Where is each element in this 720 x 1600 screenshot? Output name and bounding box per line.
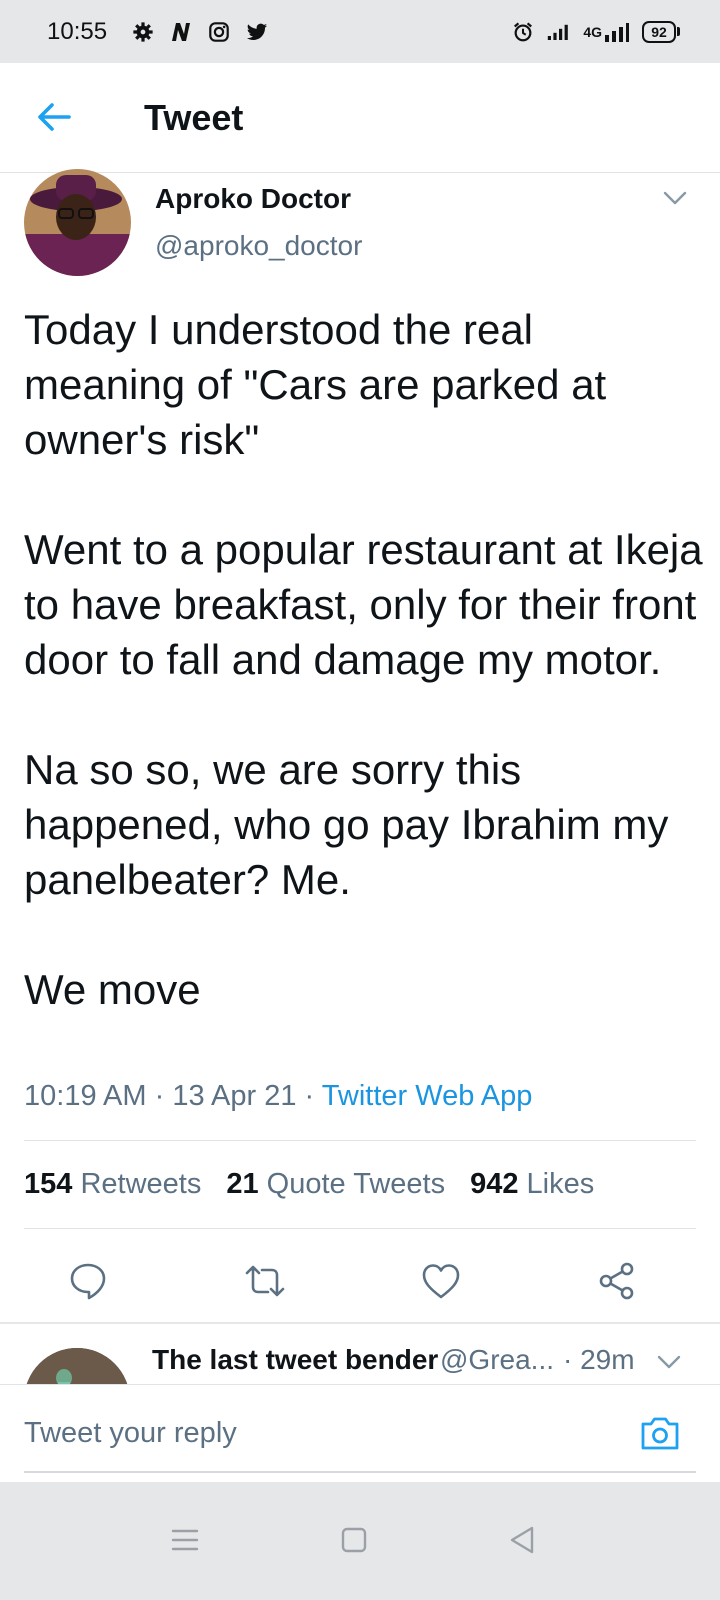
quote-tweets-stat[interactable]: 21 Quote Tweets (226, 1168, 445, 1201)
tweet-source-link[interactable]: Twitter Web App (322, 1080, 533, 1112)
retweets-label: Retweets (80, 1168, 202, 1200)
quote-tweets-count: 21 (226, 1168, 259, 1200)
n-app-icon (169, 20, 193, 44)
likes-label: Likes (526, 1168, 595, 1200)
retweets-count: 154 (24, 1168, 73, 1200)
composer-underline (24, 1471, 696, 1473)
battery-level: 92 (642, 20, 676, 43)
status-time: 10:55 (47, 17, 108, 45)
avatar-image (24, 169, 131, 276)
reply-preview[interactable]: The last tweet bender @Grea... · 29m (0, 1324, 720, 1384)
twitter-bird-icon (245, 20, 269, 44)
quote-tweets-label: Quote Tweets (266, 1168, 446, 1200)
reply-button[interactable] (61, 1254, 115, 1308)
tweet-time: 10:19 AM (24, 1080, 147, 1112)
reply-avatar[interactable] (24, 1348, 130, 1384)
back-button[interactable] (30, 97, 78, 137)
alarm-clock-icon (511, 20, 535, 44)
reply-more-button[interactable] (654, 1350, 684, 1374)
chevron-down-icon (663, 191, 687, 205)
tweet-actions (0, 1240, 720, 1320)
meta-separator: · (154, 1080, 165, 1112)
retweets-stat[interactable]: 154 Retweets (24, 1168, 201, 1201)
camera-icon (641, 1417, 679, 1450)
battery-tip (677, 27, 680, 36)
tweet-paragraph: Went to a popular restaurant at Ikeja to… (24, 526, 703, 683)
network-indicator: 4G (583, 22, 630, 42)
tweet-paragraph: Today I understood the real meaning of "… (24, 306, 607, 463)
app-header: Tweet (0, 63, 720, 173)
author-handle[interactable]: @aproko_doctor (155, 230, 362, 262)
reply-icon (70, 1263, 106, 1300)
tweet-meta: 10:19 AM · 13 Apr 21 · Twitter Web App (24, 1080, 532, 1113)
tweet-paragraph: Na so so, we are sorry this happened, wh… (24, 746, 669, 903)
battery-indicator: 92 (642, 20, 680, 43)
tweet-stats: 154 Retweets 21 Quote Tweets 942 Likes (24, 1168, 594, 1201)
meta-separator: · (304, 1080, 315, 1112)
author-name[interactable]: Aproko Doctor (155, 183, 351, 215)
network-type-label: 4G (583, 23, 602, 40)
like-button[interactable] (414, 1254, 468, 1308)
likes-stat[interactable]: 942 Likes (470, 1168, 594, 1201)
status-bar-left: 10:55 (47, 18, 269, 46)
status-bar-right: 4G 92 (511, 20, 680, 44)
tweet-date: 13 Apr 21 (172, 1080, 297, 1112)
home-square-icon (341, 1527, 367, 1553)
menu-icon (171, 1529, 199, 1551)
home-button[interactable] (334, 1520, 374, 1560)
divider (24, 1228, 696, 1229)
tweet-more-button[interactable] (660, 186, 690, 210)
retweet-button[interactable] (238, 1254, 292, 1308)
arrow-left-icon (38, 103, 71, 131)
retweet-icon (245, 1265, 285, 1297)
page-title: Tweet (144, 97, 244, 138)
divider (24, 1140, 696, 1141)
signal-strength-icon (547, 20, 571, 44)
instagram-icon (207, 20, 231, 44)
back-triangle-icon (510, 1526, 534, 1554)
system-nav-bar (0, 1482, 720, 1600)
settings-gear-icon (131, 20, 155, 44)
share-button[interactable] (590, 1254, 644, 1308)
author-avatar[interactable] (24, 169, 131, 276)
reply-author-handle: @Grea... (440, 1344, 555, 1375)
reply-input[interactable] (24, 1407, 604, 1459)
reply-time: · 29m (563, 1344, 635, 1375)
system-back-button[interactable] (502, 1520, 542, 1560)
reply-avatar-image (24, 1348, 130, 1384)
like-icon (422, 1264, 460, 1299)
likes-count: 942 (470, 1168, 519, 1200)
reply-composer (0, 1384, 720, 1482)
tweet-text: Today I understood the real meaning of "… (24, 302, 704, 1017)
menu-button[interactable] (165, 1520, 205, 1560)
camera-button[interactable] (638, 1411, 682, 1455)
share-icon (599, 1262, 634, 1300)
reply-author-name[interactable]: The last tweet bender (152, 1344, 438, 1376)
tweet-paragraph: We move (24, 966, 201, 1013)
signal-strength-2-icon (605, 22, 629, 42)
status-bar: 10:55 4G 92 (0, 0, 720, 63)
chevron-down-icon (657, 1355, 681, 1369)
